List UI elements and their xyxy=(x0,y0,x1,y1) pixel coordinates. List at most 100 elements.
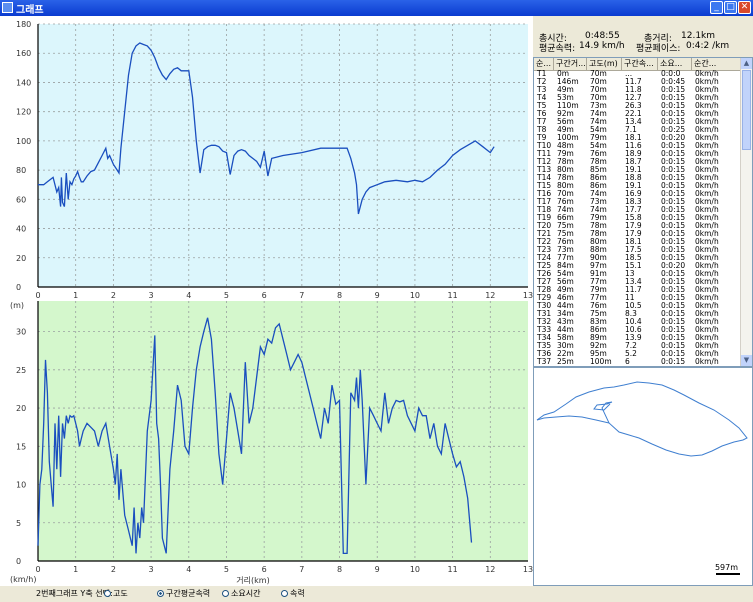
table-row[interactable]: T16 70m 74m 16.9 0:0:15 0km/h xyxy=(534,190,742,198)
table-row[interactable]: T13 80m 85m 19.1 0:0:15 0km/h xyxy=(534,166,742,174)
table-row[interactable]: T26 54m 91m 13 0:0:15 0km/h xyxy=(534,270,742,278)
route-map[interactable]: 597m xyxy=(533,367,753,586)
route-path xyxy=(536,381,748,457)
table-row[interactable]: T23 73m 88m 17.5 0:0:15 0km/h xyxy=(534,246,742,254)
minimize-button[interactable]: _ xyxy=(710,1,723,14)
table-cell: 0km/h xyxy=(695,350,719,358)
column-header[interactable]: 순간... xyxy=(692,58,742,70)
table-cell: 48m xyxy=(557,142,574,150)
table-row[interactable]: T32 43m 83m 10.4 0:0:15 0km/h xyxy=(534,318,742,326)
table-cell: 0km/h xyxy=(695,302,719,310)
altitude-x-tick-label: 10 xyxy=(410,291,420,300)
table-row[interactable]: T5 110m 73m 26.3 0:0:15 0km/h xyxy=(534,102,742,110)
table-cell: 0km/h xyxy=(695,278,719,286)
column-header[interactable]: 구간속... xyxy=(622,58,658,70)
table-row[interactable]: T8 49m 54m 7.1 0:0:25 0km/h xyxy=(534,126,742,134)
scroll-up-arrow-icon[interactable]: ▲ xyxy=(741,58,752,69)
title-bar[interactable]: 그래프 _ □ ✕ xyxy=(0,0,753,16)
table-row[interactable]: T11 79m 76m 18.9 0:0:15 0km/h xyxy=(534,150,742,158)
table-row[interactable]: T34 58m 89m 13.9 0:0:15 0km/h xyxy=(534,334,742,342)
table-row[interactable]: T31 34m 75m 8.3 0:0:15 0km/h xyxy=(534,310,742,318)
table-row[interactable]: T7 56m 74m 13.4 0:0:15 0km/h xyxy=(534,118,742,126)
table-cell: T21 xyxy=(537,230,552,238)
table-cell: 78m xyxy=(590,222,607,230)
table-row[interactable]: T18 74m 74m 17.7 0:0:15 0km/h xyxy=(534,206,742,214)
table-row[interactable]: T4 53m 70m 12.7 0:0:15 0km/h xyxy=(534,94,742,102)
table-cell: 0km/h xyxy=(695,86,719,94)
table-row[interactable]: T10 48m 54m 11.6 0:0:15 0km/h xyxy=(534,142,742,150)
table-row[interactable]: T12 78m 78m 18.7 0:0:15 0km/h xyxy=(534,158,742,166)
table-row[interactable]: T2 146m 70m 11.7 0:0:45 0km/h xyxy=(534,78,742,86)
table-cell: 80m xyxy=(557,182,574,190)
segment-table[interactable]: 순... 구간거... 고도(m) 구간속... 소요... 순간... T1 0m 70m.… xyxy=(533,57,753,367)
altitude-x-tick-label: 11 xyxy=(448,291,458,300)
scroll-down-arrow-icon[interactable]: ▼ xyxy=(741,355,752,366)
table-row[interactable]: T14 78m 86m 18.8 0:0:15 0km/h xyxy=(534,174,742,182)
altitude-y-tick-label: 80 xyxy=(16,166,26,175)
altitude-chart: 0 1 2 3 4 5 6 7 8 9 10 11 12 130204060801001201401601… xyxy=(10,20,533,310)
table-cell: T10 xyxy=(537,142,552,150)
table-row[interactable]: T29 46m 77m 11 0:0:15 0km/h xyxy=(534,294,742,302)
speed-y-tick-label: 20 xyxy=(16,404,26,413)
table-scrollbar[interactable]: ▲ ▼ xyxy=(740,58,752,366)
altitude-x-tick-label: 7 xyxy=(299,291,304,300)
table-cell: 97m xyxy=(590,262,607,270)
table-cell: 0km/h xyxy=(695,294,719,302)
table-row[interactable]: T20 75m 78m 17.9 0:0:15 0km/h xyxy=(534,222,742,230)
column-header[interactable]: 순... xyxy=(534,58,554,70)
radio-segment-speed[interactable]: 구간평균속력 xyxy=(157,588,210,599)
radio-altitude[interactable]: 고도 xyxy=(104,588,128,599)
scroll-thumb[interactable] xyxy=(742,70,751,150)
table-row[interactable]: T19 66m 79m 15.8 0:0:15 0km/h xyxy=(534,214,742,222)
table-row[interactable]: T6 92m 74m 22.1 0:0:15 0km/h xyxy=(534,110,742,118)
close-button[interactable]: ✕ xyxy=(738,1,751,14)
table-cell: 49m xyxy=(557,86,574,94)
radio-elapsed-time[interactable]: 소요시간 xyxy=(222,588,260,599)
table-cell: 7.1 xyxy=(625,126,637,134)
table-row[interactable]: T15 80m 86m 19.1 0:0:15 0km/h xyxy=(534,182,742,190)
table-row[interactable]: T3 49m 70m 11.8 0:0:15 0km/h xyxy=(534,86,742,94)
table-cell: 74m xyxy=(590,206,607,214)
table-cell: 18.8 xyxy=(625,174,642,182)
radio-speed[interactable]: 속력 xyxy=(281,588,305,599)
table-row[interactable]: T30 44m 76m 10.5 0:0:15 0km/h xyxy=(534,302,742,310)
column-header[interactable]: 소요... xyxy=(658,58,692,70)
table-cell: 0:0:15 xyxy=(661,278,686,286)
table-row[interactable]: T17 76m 73m 18.3 0:0:15 0km/h xyxy=(534,198,742,206)
column-header[interactable]: 고도(m) xyxy=(587,58,622,70)
table-row[interactable]: T25 84m 97m 15.1 0:0:20 0km/h xyxy=(534,262,742,270)
table-row[interactable]: T27 56m 77m 13.4 0:0:15 0km/h xyxy=(534,278,742,286)
table-cell: T5 xyxy=(537,102,547,110)
table-cell: 90m xyxy=(590,254,607,262)
table-row[interactable]: T35 30m 92m 7.2 0:0:15 0km/h xyxy=(534,342,742,350)
table-cell: 0:0:15 xyxy=(661,214,686,222)
column-header[interactable]: 구간거... xyxy=(554,58,587,70)
table-cell: 100m xyxy=(557,134,579,142)
route-start-path xyxy=(536,415,610,424)
table-cell: 76m xyxy=(557,238,574,246)
table-row[interactable]: T33 44m 86m 10.6 0:0:15 0km/h xyxy=(534,326,742,334)
table-cell: T13 xyxy=(537,166,552,174)
table-cell: 73m xyxy=(557,246,574,254)
table-cell: T22 xyxy=(537,238,552,246)
table-cell: 0:0:15 xyxy=(661,238,686,246)
speed-x-axis-label: 거리(km) xyxy=(236,576,269,585)
table-cell: T32 xyxy=(537,318,552,326)
table-row[interactable]: T37 25m 100m 6 0:0:15 0km/h xyxy=(534,358,742,366)
speed-x-tick-label: 1 xyxy=(73,565,78,574)
table-cell: 44m xyxy=(557,326,574,334)
altitude-x-tick-label: 12 xyxy=(485,291,495,300)
table-row[interactable]: T21 75m 78m 17.9 0:0:15 0km/h xyxy=(534,230,742,238)
table-row[interactable]: T22 76m 80m 18.1 0:0:15 0km/h xyxy=(534,238,742,246)
table-row[interactable]: T28 49m 79m 11.7 0:0:15 0km/h xyxy=(534,286,742,294)
table-cell: 78m xyxy=(590,158,607,166)
table-cell: 44m xyxy=(557,302,574,310)
maximize-button[interactable]: □ xyxy=(724,1,737,14)
table-cell: 0km/h xyxy=(695,110,719,118)
table-cell: T3 xyxy=(537,86,547,94)
table-row[interactable]: T24 77m 90m 18.5 0:0:15 0km/h xyxy=(534,254,742,262)
altitude-x-tick-label: 13 xyxy=(523,291,533,300)
table-row[interactable]: T9 100m 79m 18.1 0:0:20 0km/h xyxy=(534,134,742,142)
table-row[interactable]: T1 0m 70m... 0:0:0 0km/h xyxy=(534,70,742,78)
table-row[interactable]: T36 22m 95m 5.2 0:0:15 0km/h xyxy=(534,350,742,358)
